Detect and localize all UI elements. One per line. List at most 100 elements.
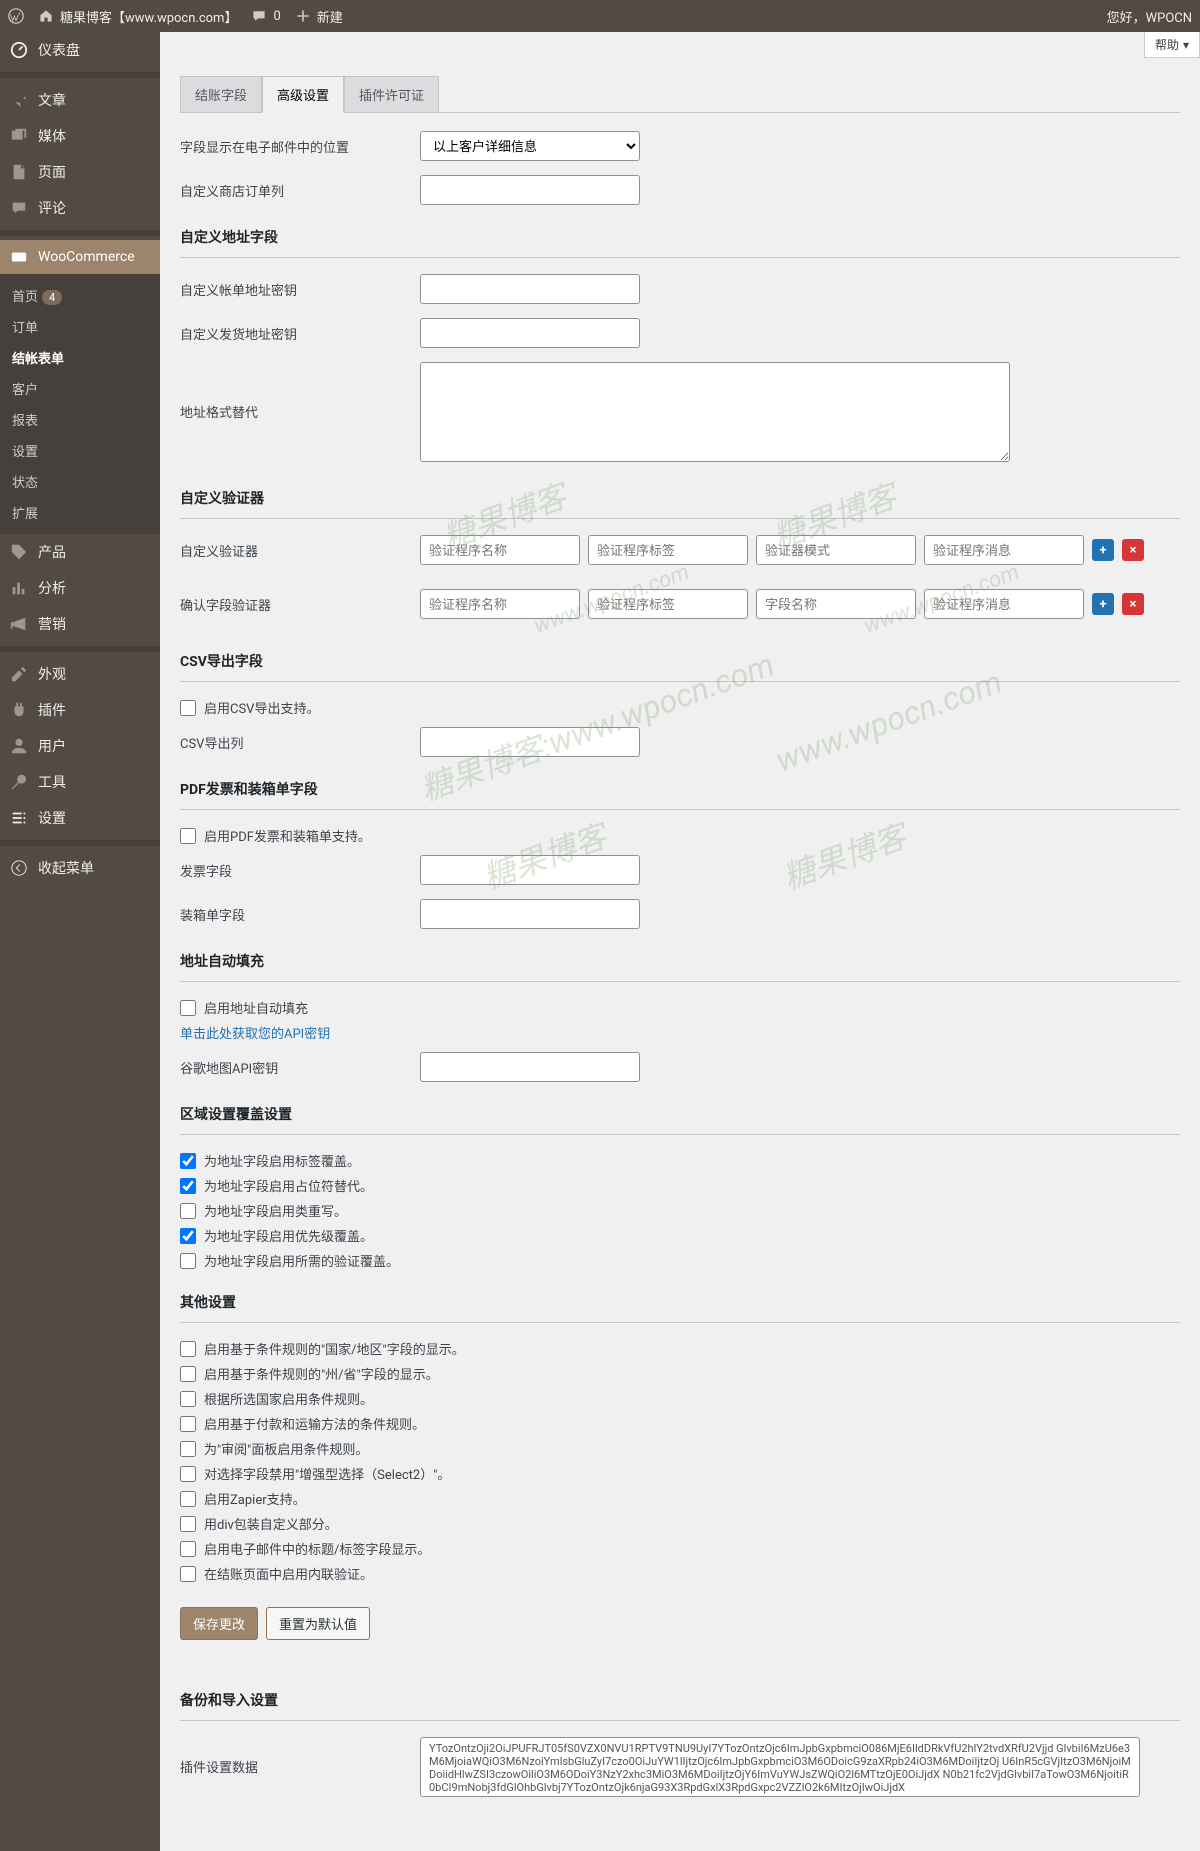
new-link[interactable]: 新建 [295,7,343,26]
tab-advanced[interactable]: 高级设置 [262,76,344,113]
validator-msg-input[interactable] [924,535,1084,565]
pdf-enable-checkbox[interactable] [180,828,196,844]
custom-shop-order-input[interactable] [420,175,640,205]
section-csv: CSV导出字段 [180,651,1180,682]
validator-mode-input[interactable] [756,535,916,565]
menu-users[interactable]: 用户 [0,728,160,764]
menu-plugins[interactable]: 插件 [0,692,160,728]
email-position-label: 字段显示在电子邮件中的位置 [180,131,420,156]
pin-icon [10,91,28,109]
submenu-checkout-form[interactable]: 结帐表单 [0,342,160,373]
marketing-icon [10,615,28,633]
address-format-textarea[interactable] [420,362,1010,462]
pdf-enable-label: 启用PDF发票和装箱单支持。 [204,826,371,845]
api-key-link[interactable]: 单击此处获取您的API密钥 [180,1027,330,1042]
save-button[interactable]: 保存更改 [180,1607,258,1640]
settings-tabs: 结账字段 高级设置 插件许可证 [180,76,1180,113]
confirm-tag-input[interactable] [588,589,748,619]
csv-cols-input[interactable] [420,727,640,757]
other-o2-checkbox[interactable] [180,1366,196,1382]
submenu-settings[interactable]: 设置 [0,435,160,466]
menu-appearance[interactable]: 外观 [0,656,160,692]
confirm-field-input[interactable] [756,589,916,619]
google-key-input[interactable] [420,1052,640,1082]
menu-posts[interactable]: 文章 [0,82,160,118]
menu-woocommerce[interactable]: WooCommerce [0,240,160,274]
locale-c2-checkbox[interactable] [180,1178,196,1194]
google-key-label: 谷歌地图API密钥 [180,1052,420,1077]
home-badge: 4 [42,290,62,305]
other-o4-checkbox[interactable] [180,1416,196,1432]
menu-settings[interactable]: 设置 [0,800,160,836]
add-validator-button[interactable]: + [1092,539,1114,561]
comment-icon [251,8,267,24]
menu-media[interactable]: 媒体 [0,118,160,154]
email-position-select[interactable]: 以上客户详细信息 [420,131,640,161]
other-o9-checkbox[interactable] [180,1541,196,1557]
delete-confirm-button[interactable]: × [1122,593,1144,615]
confirm-msg-input[interactable] [924,589,1084,619]
other-o3-checkbox[interactable] [180,1391,196,1407]
menu-tools[interactable]: 工具 [0,764,160,800]
shipping-key-input[interactable] [420,318,640,348]
validator-name-input[interactable] [420,535,580,565]
menu-products[interactable]: 产品 [0,534,160,570]
tab-license[interactable]: 插件许可证 [344,76,439,113]
other-o10-checkbox[interactable] [180,1566,196,1582]
menu-pages[interactable]: 页面 [0,154,160,190]
menu-collapse[interactable]: 收起菜单 [0,850,160,886]
locale-c1-checkbox[interactable] [180,1153,196,1169]
other-o6-checkbox[interactable] [180,1466,196,1482]
section-locale: 区域设置覆盖设置 [180,1104,1180,1135]
media-icon [10,127,28,145]
section-other: 其他设置 [180,1292,1180,1323]
locale-c5-checkbox[interactable] [180,1253,196,1269]
comments-count: 0 [273,9,280,24]
plugins-icon [10,701,28,719]
greeting[interactable]: 您好，WPOCN [1107,7,1192,26]
packing-input[interactable] [420,899,640,929]
custom-validator-label: 自定义验证器 [180,535,420,560]
invoice-input[interactable] [420,855,640,885]
billing-key-input[interactable] [420,274,640,304]
tab-checkout-fields[interactable]: 结账字段 [180,76,262,113]
submenu-reports[interactable]: 报表 [0,404,160,435]
woocommerce-submenu: 首页4 订单 结帐表单 客户 报表 设置 状态 扩展 [0,274,160,534]
menu-dashboard[interactable]: 仪表盘 [0,32,160,68]
backup-data-box[interactable]: YTozOntzOji2OiJPUFRJT05fS0VZX0NVU1RPTV9T… [420,1737,1140,1797]
section-pdf: PDF发票和装箱单字段 [180,779,1180,810]
submenu-home[interactable]: 首页4 [0,280,160,311]
locale-c3-checkbox[interactable] [180,1203,196,1219]
other-o8-checkbox[interactable] [180,1516,196,1532]
main-content: 帮助 ▾ 结账字段 高级设置 插件许可证 字段显示在电子邮件中的位置 以上客户详… [160,32,1200,1851]
wordpress-icon [8,8,24,24]
other-o5-checkbox[interactable] [180,1441,196,1457]
delete-validator-button[interactable]: × [1122,539,1144,561]
reset-button[interactable]: 重置为默认值 [266,1607,370,1640]
autofill-enable-checkbox[interactable] [180,1000,196,1016]
comments-link[interactable]: 0 [251,8,280,24]
submenu-customers[interactable]: 客户 [0,373,160,404]
validator-tag-input[interactable] [588,535,748,565]
home-icon [38,8,54,24]
site-title: 糖果博客【www.wpocn.com】 [60,7,237,26]
add-confirm-button[interactable]: + [1092,593,1114,615]
other-o7-checkbox[interactable] [180,1491,196,1507]
chevron-down-icon: ▾ [1183,38,1189,52]
submenu-status[interactable]: 状态 [0,466,160,497]
woocommerce-icon [10,248,28,266]
invoice-label: 发票字段 [180,855,420,880]
confirm-name-input[interactable] [420,589,580,619]
csv-enable-checkbox[interactable] [180,700,196,716]
wp-logo[interactable] [8,8,24,24]
menu-analytics[interactable]: 分析 [0,570,160,606]
submenu-orders[interactable]: 订单 [0,311,160,342]
help-button[interactable]: 帮助 ▾ [1144,32,1200,58]
other-o1-checkbox[interactable] [180,1341,196,1357]
section-autofill: 地址自动填充 [180,951,1180,982]
menu-marketing[interactable]: 营销 [0,606,160,642]
menu-comments[interactable]: 评论 [0,190,160,226]
locale-c4-checkbox[interactable] [180,1228,196,1244]
site-link[interactable]: 糖果博客【www.wpocn.com】 [38,7,237,26]
submenu-extensions[interactable]: 扩展 [0,497,160,528]
